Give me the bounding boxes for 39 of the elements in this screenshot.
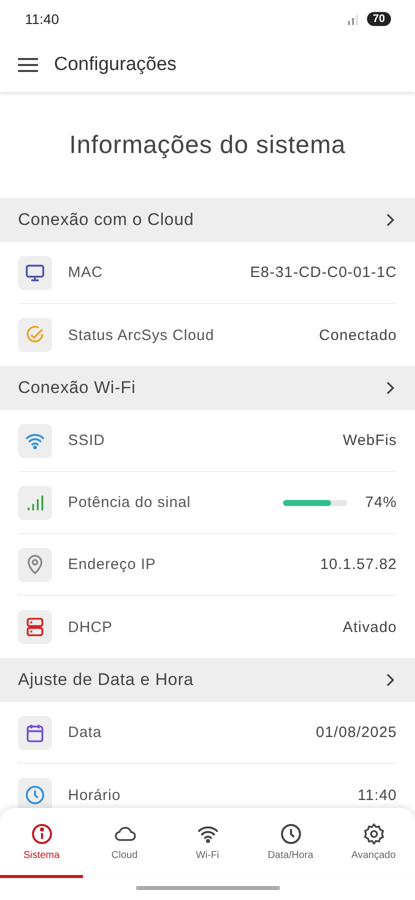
row-value: E8-31-CD-C0-01-1C xyxy=(250,264,397,281)
section-header[interactable]: Conexão com o Cloud xyxy=(0,198,415,242)
app-bar-title: Configurações xyxy=(54,54,177,76)
row-label: Potência do sinal xyxy=(68,494,192,511)
battery-level: 70 xyxy=(366,12,391,26)
row-value: Conectado xyxy=(319,326,397,344)
nav-tab[interactable]: Cloud xyxy=(83,808,166,878)
nav-tab[interactable]: Sistema xyxy=(0,808,83,878)
clock-icon xyxy=(24,784,46,806)
settings-icon xyxy=(362,822,386,846)
page-title: Informações do sistema xyxy=(68,130,347,160)
row-value: Ativado xyxy=(342,618,397,636)
row-label: Horário xyxy=(68,786,122,804)
section-header[interactable]: Conexão Wi-Fi xyxy=(0,366,415,410)
row-label: MAC xyxy=(68,264,104,281)
row-label: Data xyxy=(68,724,103,741)
menu-button[interactable] xyxy=(18,58,38,72)
chevron-icon xyxy=(386,381,395,395)
row-value: 11:40 xyxy=(358,786,397,804)
row-label: Status ArcSys Cloud xyxy=(68,326,216,344)
row-label: DHCP xyxy=(68,618,114,636)
row-label: Endereço IP xyxy=(68,556,158,573)
server-icon xyxy=(24,616,46,638)
section-header[interactable]: Ajuste de Data e Hora xyxy=(0,658,415,702)
nav-tab[interactable]: Data/Hora xyxy=(249,808,332,878)
menu-icon xyxy=(18,58,38,72)
row-value: 10.1.57.82 xyxy=(320,556,397,573)
nav-tab[interactable]: Avançado xyxy=(332,808,415,878)
chevron-icon xyxy=(386,673,395,687)
info-icon xyxy=(30,822,54,846)
row-value: 74% xyxy=(365,494,397,511)
clock-icon xyxy=(278,822,302,846)
status-time: 11:40 xyxy=(25,11,59,27)
nav-tab[interactable]: Wi-Fi xyxy=(166,808,249,878)
row-label: SSID xyxy=(68,432,106,449)
row-value: WebFis xyxy=(342,432,397,449)
signal-icon xyxy=(346,13,361,25)
row-value: 01/08/2025 xyxy=(316,724,397,741)
chevron-icon xyxy=(386,213,395,227)
